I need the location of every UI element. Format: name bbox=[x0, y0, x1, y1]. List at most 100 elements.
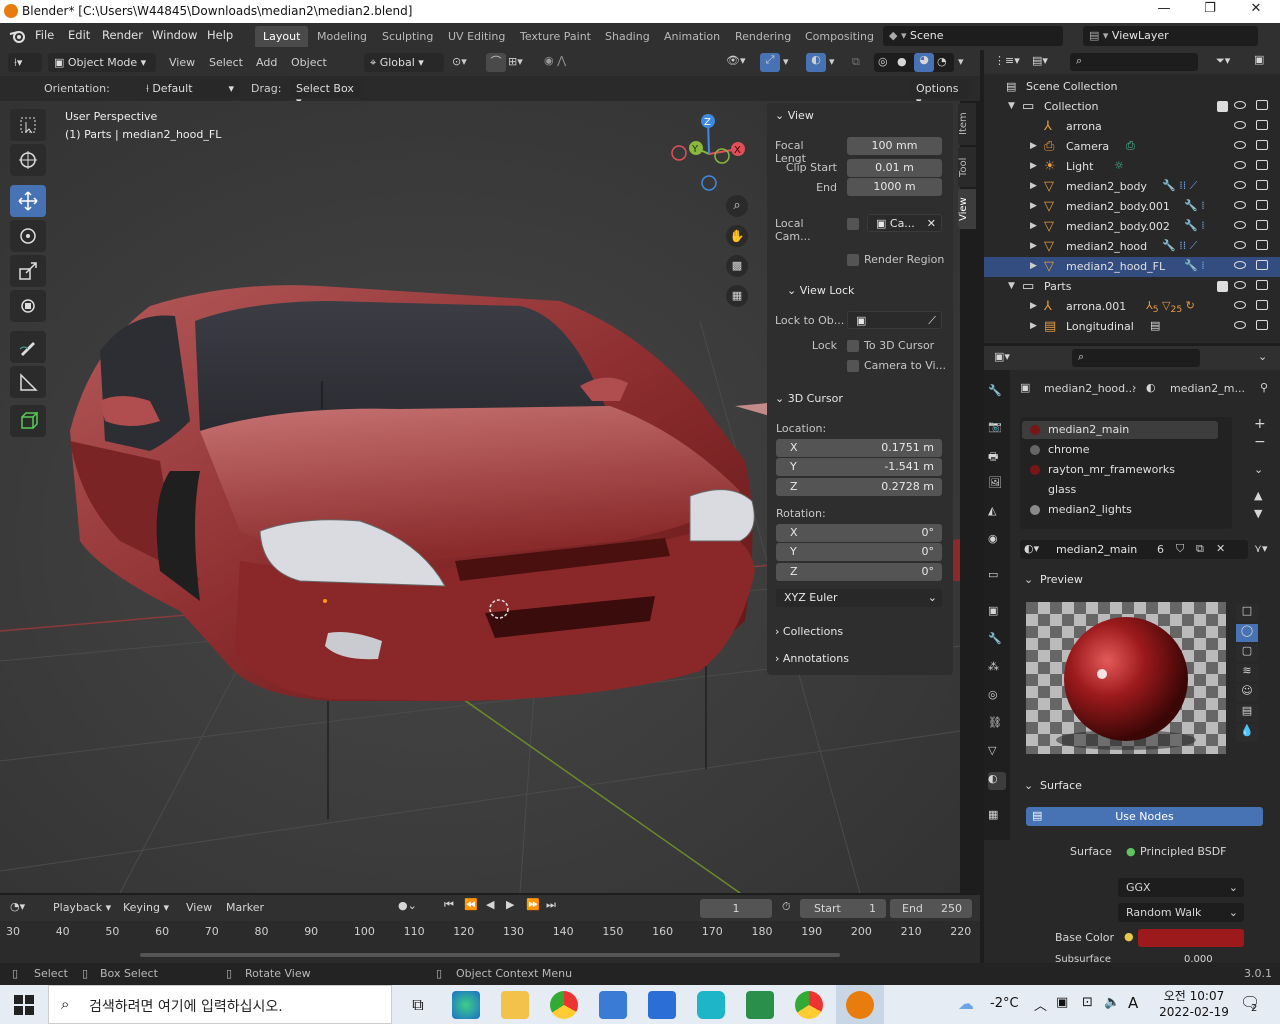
jump-start-icon[interactable]: ⏮ bbox=[444, 898, 454, 912]
move-tool-icon[interactable] bbox=[10, 185, 46, 217]
render-camera-icon[interactable] bbox=[1256, 260, 1268, 270]
disclosure-triangle-icon[interactable]: ▶ bbox=[1030, 181, 1037, 191]
scene-selector[interactable]: ◆ ▾ Scene bbox=[883, 26, 1063, 46]
clear-camera-icon[interactable]: ✕ bbox=[927, 217, 936, 230]
local-camera-checkbox[interactable] bbox=[847, 218, 859, 230]
cursor-rotation-y-field[interactable]: Y 0° bbox=[776, 543, 942, 561]
cursor-tool-icon[interactable] bbox=[10, 144, 46, 176]
collections-section-header[interactable]: › Collections bbox=[775, 625, 843, 638]
timeline-menu-keying[interactable]: Keying ▾ bbox=[123, 901, 169, 914]
transform-tool-icon[interactable] bbox=[10, 290, 46, 322]
subsurface-value[interactable]: 0.000 bbox=[1184, 954, 1213, 963]
material-slot[interactable]: rayton_mr_frameworks bbox=[1022, 461, 1218, 479]
outliner-row[interactable]: ▼ ▭ Parts bbox=[984, 277, 1280, 297]
overlay-dropdown-icon[interactable]: ▾ bbox=[829, 55, 835, 68]
render-camera-icon[interactable] bbox=[1256, 160, 1268, 170]
camera-to-view-checkbox[interactable] bbox=[847, 360, 859, 372]
render-camera-icon[interactable] bbox=[1256, 140, 1268, 150]
render-camera-icon[interactable] bbox=[1256, 300, 1268, 310]
properties-search-input[interactable]: ⌕ bbox=[1072, 349, 1200, 367]
unlink-material-icon[interactable]: ✕ bbox=[1216, 542, 1225, 555]
view-section-header[interactable]: ⌄ View bbox=[775, 109, 814, 122]
cursor-location-y-field[interactable]: Y -1.541 m bbox=[776, 458, 942, 476]
clock-time[interactable]: 오전 10:07 bbox=[1154, 987, 1234, 1004]
visibility-eye-icon[interactable] bbox=[1234, 141, 1246, 149]
pivot-icon[interactable]: ⊙▾ bbox=[452, 55, 467, 68]
ime-indicator[interactable]: A bbox=[1128, 994, 1138, 1012]
disclosure-triangle-icon[interactable]: ▶ bbox=[1030, 161, 1037, 171]
material-slot[interactable]: median2_lights bbox=[1022, 501, 1218, 519]
preview-fluid-icon[interactable]: 💧 bbox=[1236, 724, 1258, 742]
fake-user-icon[interactable]: ⛉ bbox=[1176, 542, 1184, 556]
lock-to-3d-cursor-checkbox[interactable] bbox=[847, 340, 859, 352]
subsurface-method-dropdown[interactable]: Random Walk ⌄ bbox=[1118, 903, 1244, 922]
minimize-button[interactable]: — bbox=[1141, 1, 1187, 21]
visibility-eye-icon[interactable] bbox=[1234, 241, 1246, 249]
clip-end-field[interactable]: 1000 m bbox=[847, 178, 942, 196]
maximize-button[interactable]: ❐ bbox=[1187, 1, 1233, 21]
physics-tab-icon[interactable]: ◎ bbox=[988, 688, 1006, 706]
proportional-edit-icon[interactable]: ◉ ⋀ bbox=[544, 54, 566, 67]
tab-shading[interactable]: Shading bbox=[597, 26, 658, 47]
task-view-icon[interactable]: ⧉ bbox=[404, 991, 432, 1019]
outliner-row[interactable]: ▶ ▽ median2_body.002 🔧 ⁞ bbox=[984, 217, 1280, 237]
surface-panel-header[interactable]: ⌄ Surface bbox=[1020, 776, 1280, 796]
orientation-dropdown[interactable]: ⟊ Default ▾ bbox=[140, 79, 239, 98]
timeline-menu-marker[interactable]: Marker bbox=[226, 901, 264, 914]
material-slot[interactable]: chrome bbox=[1022, 441, 1218, 459]
tab-sculpting[interactable]: Sculpting bbox=[374, 26, 441, 47]
visibility-eye-icon[interactable] bbox=[1234, 101, 1246, 109]
scale-tool-icon[interactable] bbox=[10, 255, 46, 287]
data-tab-icon[interactable]: ▽ bbox=[988, 744, 1006, 762]
file-explorer-icon[interactable] bbox=[501, 991, 529, 1019]
empty-data-icon[interactable]: ▤ bbox=[1150, 319, 1160, 332]
preview-cloth-icon[interactable]: ▤ bbox=[1236, 704, 1258, 722]
cursor-rotation-z-field[interactable]: Z 0° bbox=[776, 563, 942, 581]
pan-hand-icon[interactable]: ✋ bbox=[726, 225, 748, 247]
outliner-row[interactable]: ▶ ▤ Longitudinal ▤ bbox=[984, 317, 1280, 337]
menu-help[interactable]: Help bbox=[207, 28, 233, 42]
tray-display-icon[interactable]: ▣ bbox=[1056, 995, 1068, 1010]
material-datablock-selector[interactable]: ◐▾ median2_main 6 ⛉ ⧉ ✕ bbox=[1020, 540, 1248, 559]
shading-dropdown-icon[interactable]: ▾ bbox=[958, 55, 964, 68]
texture-tab-icon[interactable]: ▦ bbox=[988, 808, 1006, 826]
outliner-row[interactable]: ▶ ▽ median2_hood 🔧 ⁞⁞ ⟋ bbox=[984, 237, 1280, 257]
outliner-row[interactable]: ▶ ☀ Light ☼ bbox=[984, 157, 1280, 177]
xray-icon[interactable]: ⧉ bbox=[852, 55, 860, 69]
add-cube-tool-icon[interactable] bbox=[10, 405, 46, 437]
gizmo-dropdown-icon[interactable]: ▾ bbox=[783, 55, 789, 68]
timeline-menu-view[interactable]: View bbox=[186, 901, 212, 914]
gizmo-neg-z-icon[interactable] bbox=[701, 175, 717, 191]
material-tab-icon[interactable]: ◐ bbox=[988, 772, 1006, 790]
render-camera-icon[interactable] bbox=[1256, 200, 1268, 210]
visibility-eye-icon[interactable] bbox=[1234, 161, 1246, 169]
scene-tab-icon[interactable]: ◭ bbox=[988, 504, 1006, 522]
modifier-icon[interactable]: 🔧 ⁞⁞ ⟋ bbox=[1162, 239, 1197, 253]
navigation-gizmo[interactable]: X Y Z bbox=[668, 111, 750, 193]
visibility-eye-icon[interactable] bbox=[1234, 181, 1246, 189]
visibility-icon[interactable]: 👁▾ bbox=[726, 54, 746, 67]
editor-type-button[interactable]: ⟊▾ bbox=[8, 53, 42, 72]
next-keyframe-icon[interactable]: ⏩ bbox=[526, 898, 540, 911]
rotation-mode-dropdown[interactable]: XYZ Euler ⌄ bbox=[776, 589, 942, 607]
overlay-toggle-icon[interactable]: ◐ bbox=[806, 53, 826, 72]
preview-cube-icon[interactable]: ▢ bbox=[1236, 644, 1258, 662]
header-menu-select[interactable]: Select bbox=[209, 56, 243, 69]
gizmo-toggle-icon[interactable]: ⤢ bbox=[760, 53, 780, 72]
disclosure-triangle-icon[interactable]: ▼ bbox=[1008, 101, 1015, 111]
world-tab-icon[interactable]: ◉ bbox=[988, 532, 1006, 550]
solid-shading-icon[interactable]: ● bbox=[897, 55, 907, 68]
edge-browser-icon[interactable] bbox=[452, 991, 480, 1019]
annotations-section-header[interactable]: › Annotations bbox=[775, 652, 849, 665]
disclosure-triangle-icon[interactable]: ▶ bbox=[1030, 301, 1037, 311]
drag-dropdown[interactable]: Select Box ▾ bbox=[290, 79, 364, 108]
distribution-dropdown[interactable]: GGX ⌄ bbox=[1118, 878, 1244, 897]
menu-window[interactable]: Window bbox=[152, 28, 197, 42]
stopwatch-icon[interactable]: ⏱ bbox=[782, 900, 791, 914]
eyedropper-icon[interactable]: ⟋ bbox=[928, 314, 936, 328]
chrome-2-icon[interactable] bbox=[795, 991, 823, 1019]
new-collection-icon[interactable]: ▣ bbox=[1254, 53, 1264, 66]
material-users-count[interactable]: 6 bbox=[1157, 543, 1164, 556]
properties-options-icon[interactable]: ⌄ bbox=[1258, 350, 1267, 363]
render-camera-icon[interactable] bbox=[1256, 180, 1268, 190]
